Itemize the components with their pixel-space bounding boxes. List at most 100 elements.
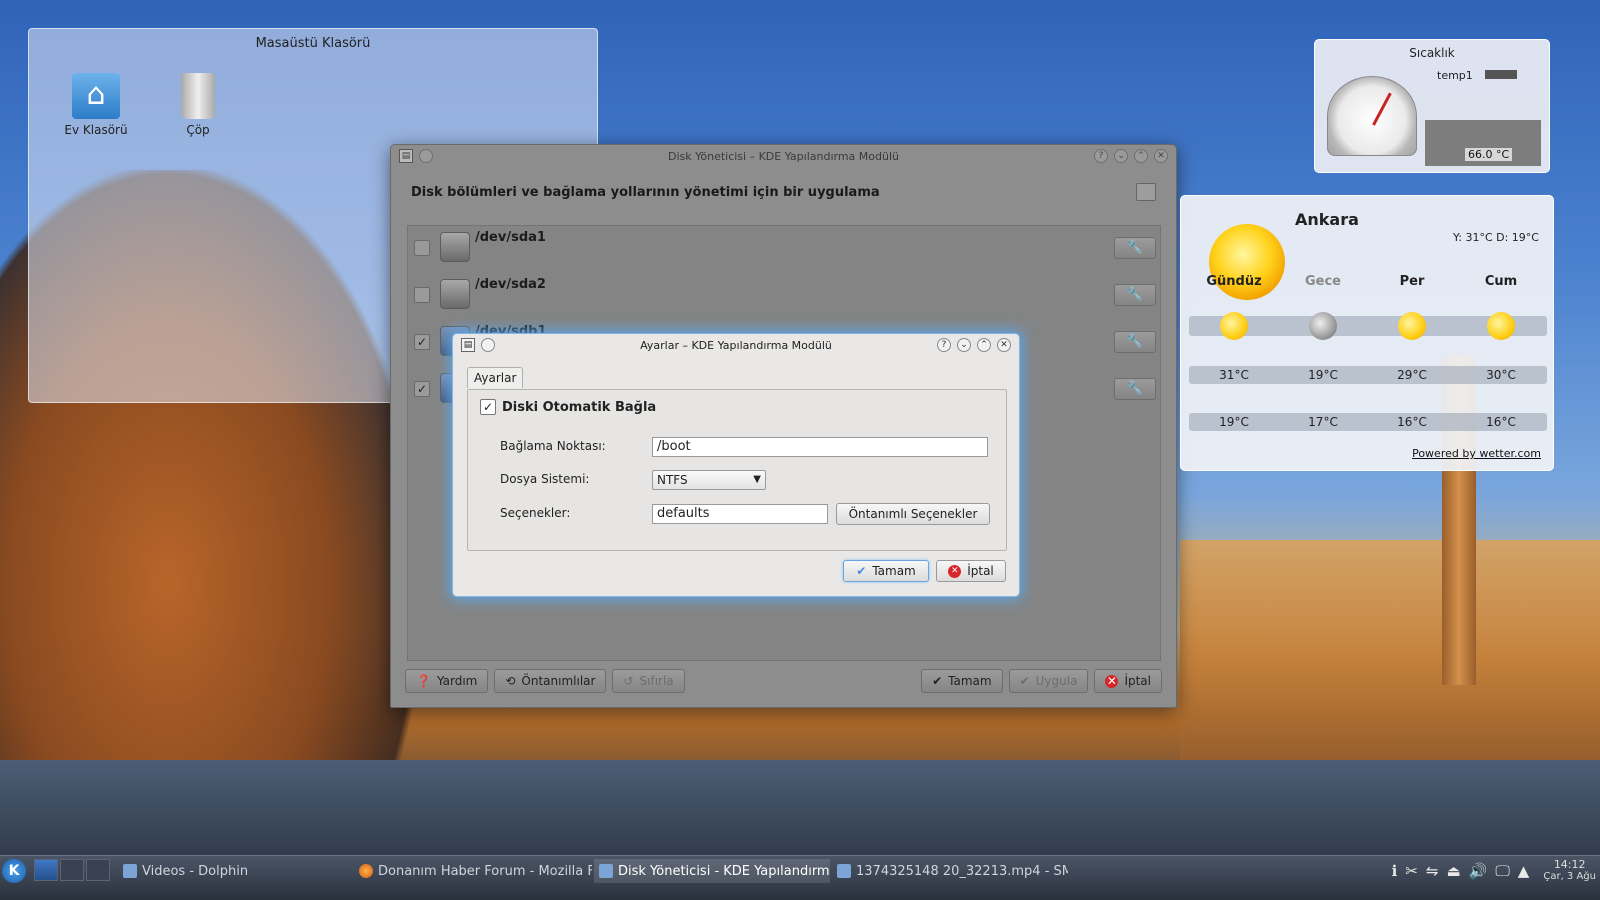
apply-button[interactable]: ✔ Uygula [1008,669,1089,693]
clock-time: 14:12 [1553,858,1586,871]
reset-button-label: Sıfırla [639,674,674,688]
weather-widget[interactable]: Ankara Y: 31°C D: 19°C Gündüz Gece Per C… [1180,195,1554,471]
disk-enable-checkbox[interactable] [414,240,430,256]
configure-disk-button[interactable]: 🔧 [1114,331,1156,353]
auto-mount-label: Diski Otomatik Bağla [502,399,657,415]
default-options-button[interactable]: Öntanımlı Seçenekler [836,503,990,525]
disk-row[interactable]: /dev/sda1 🔧 [408,226,1160,273]
cancel-button[interactable]: ✕ İptal [1094,669,1162,693]
maximize-icon[interactable]: ⌃ [1134,149,1148,163]
display-icon[interactable]: 🖵 [1495,862,1509,880]
forecast-day: Per [1399,274,1425,289]
configure-disk-button[interactable]: 🔧 [1114,378,1156,400]
help-title-icon[interactable]: ? [937,338,951,352]
dialog-cancel-label: İptal [967,564,994,578]
auto-mount-checkbox[interactable]: ✓ [480,399,496,415]
task-disk-manager[interactable]: Disk Yöneticisi - KDE Yapılandırma M... [594,859,830,883]
check-icon: ✔ [932,674,943,688]
pager-desktop-3[interactable] [86,859,110,881]
reset-button[interactable]: ↺ Sıfırla [612,669,685,693]
task-dolphin[interactable]: Videos - Dolphin [118,859,352,883]
settings-module-icon [599,864,613,878]
mount-point-input[interactable]: /boot [652,437,988,457]
wallpaper-river [0,760,1600,870]
sticky-button-icon[interactable] [419,149,433,163]
window-title: Disk Yöneticisi – KDE Yapılandırma Modül… [667,149,899,163]
ok-button[interactable]: ✔ Tamam [921,669,1003,693]
forecast-high: 30°C [1486,368,1516,382]
window-button-bar: ❓ Yardım ⟲ Öntanımlılar ↺ Sıfırla ✔ Tamam ✔ U… [405,669,1162,693]
filesystem-select[interactable]: NTFS ▼ [652,470,766,490]
help-title-icon[interactable]: ? [1094,149,1108,163]
pager-desktop-1[interactable] [34,859,58,881]
disk-enable-checkbox[interactable]: ✓ [414,381,430,397]
home-folder-label: Ev Klasörü [64,123,128,137]
trash-icon [181,73,215,119]
close-icon[interactable]: ✕ [997,338,1011,352]
close-icon[interactable]: ✕ [1154,149,1168,163]
wallpaper-town [1180,540,1600,780]
sun-icon [1487,312,1515,340]
dialog-cancel-button[interactable]: ✕ İptal [936,560,1006,582]
home-folder-shortcut[interactable]: Ev Klasörü [51,73,141,137]
configure-disk-button[interactable]: 🔧 [1114,237,1156,259]
taskbar: K Videos - Dolphin Donanım Haber Forum -… [0,855,1600,900]
forecast-low: 19°C [1219,415,1249,429]
disk-manager-titlebar[interactable]: ▤ Disk Yöneticisi – KDE Yapılandırma Mod… [391,145,1176,167]
sensor-bar [1485,70,1517,79]
dialog-title: Ayarlar – KDE Yapılandırma Modülü [640,338,832,352]
auto-mount-option[interactable]: ✓ Diski Otomatik Bağla [480,399,656,415]
defaults-button[interactable]: ⟲ Öntanımlılar [494,669,607,693]
disk-name: /dev/sda1 [475,230,546,245]
disk-row[interactable]: /dev/sda2 🔧 [408,273,1160,320]
tray-expand-icon[interactable]: ▲ [1518,862,1530,880]
window-menu-icon[interactable]: ▤ [399,149,413,163]
powered-by-link[interactable]: Powered by wetter.com [1412,447,1541,460]
task-label: Disk Yöneticisi - KDE Yapılandırma M... [618,863,830,879]
task-smplayer[interactable]: 1374325148 20_32213.mp4 - SMPlay... [832,859,1068,883]
tab-settings[interactable]: Ayarlar [467,367,524,388]
minimize-icon[interactable]: ⌄ [1114,149,1128,163]
kde-menu-icon[interactable]: K [2,859,26,883]
pager-desktop-2[interactable] [60,859,84,881]
weather-city: Ankara [1295,210,1359,229]
sticky-button-icon[interactable] [481,338,495,352]
task-firefox[interactable]: Donanım Haber Forum - Mozilla Firef... [354,859,592,883]
clock-date: Çar, 3 Ağu [1543,871,1596,882]
info-icon[interactable]: ℹ [1392,862,1398,880]
options-input[interactable]: defaults [652,504,828,524]
task-label: 1374325148 20_32213.mp4 - SMPlay... [856,863,1068,879]
disk-enable-checkbox[interactable] [414,287,430,303]
gauge-needle [1372,92,1392,126]
volume-icon[interactable]: 🔊 [1469,862,1488,880]
help-button[interactable]: ❓ Yardım [405,669,489,693]
weather-high-low: Y: 31°C D: 19°C [1453,231,1539,244]
forecast-high: 31°C [1219,368,1249,382]
window-menu-icon[interactable]: ▤ [461,338,475,352]
network-icon[interactable]: ⇋ [1426,862,1439,880]
task-list: Videos - Dolphin Donanım Haber Forum - M… [118,859,1068,883]
harddisk-icon [440,279,470,309]
forecast-day: Gündüz [1206,274,1262,289]
temperature-widget[interactable]: Sıcaklık temp1 66.0 °C [1314,39,1550,173]
maximize-icon[interactable]: ⌃ [977,338,991,352]
forecast-low: 16°C [1486,415,1516,429]
minimize-icon[interactable]: ⌄ [957,338,971,352]
moon-icon [1309,312,1337,340]
disk-enable-checkbox[interactable]: ✓ [414,334,430,350]
forecast-high: 19°C [1308,368,1338,382]
chevron-down-icon: ▼ [753,474,761,485]
settings-dialog-titlebar[interactable]: ▤ Ayarlar – KDE Yapılandırma Modülü ? ⌄ … [453,334,1019,356]
trash-shortcut[interactable]: Çöp [153,73,243,137]
configure-disk-button[interactable]: 🔧 [1114,284,1156,306]
check-icon: ✔ [1019,674,1030,688]
cancel-icon: ✕ [1105,673,1119,688]
device-notifier-icon[interactable]: ⏏ [1446,862,1460,880]
ok-button-label: Tamam [948,674,992,688]
folder-view-title: Masaüstü Klasörü [255,36,371,51]
reset-icon: ↺ [623,674,634,688]
clock[interactable]: 14:12 Çar, 3 Ağu [1543,859,1596,883]
dialog-ok-button[interactable]: ✔ Tamam [843,560,929,582]
desktop-pager [34,859,110,881]
klipper-scissors-icon[interactable]: ✂ [1405,862,1418,880]
